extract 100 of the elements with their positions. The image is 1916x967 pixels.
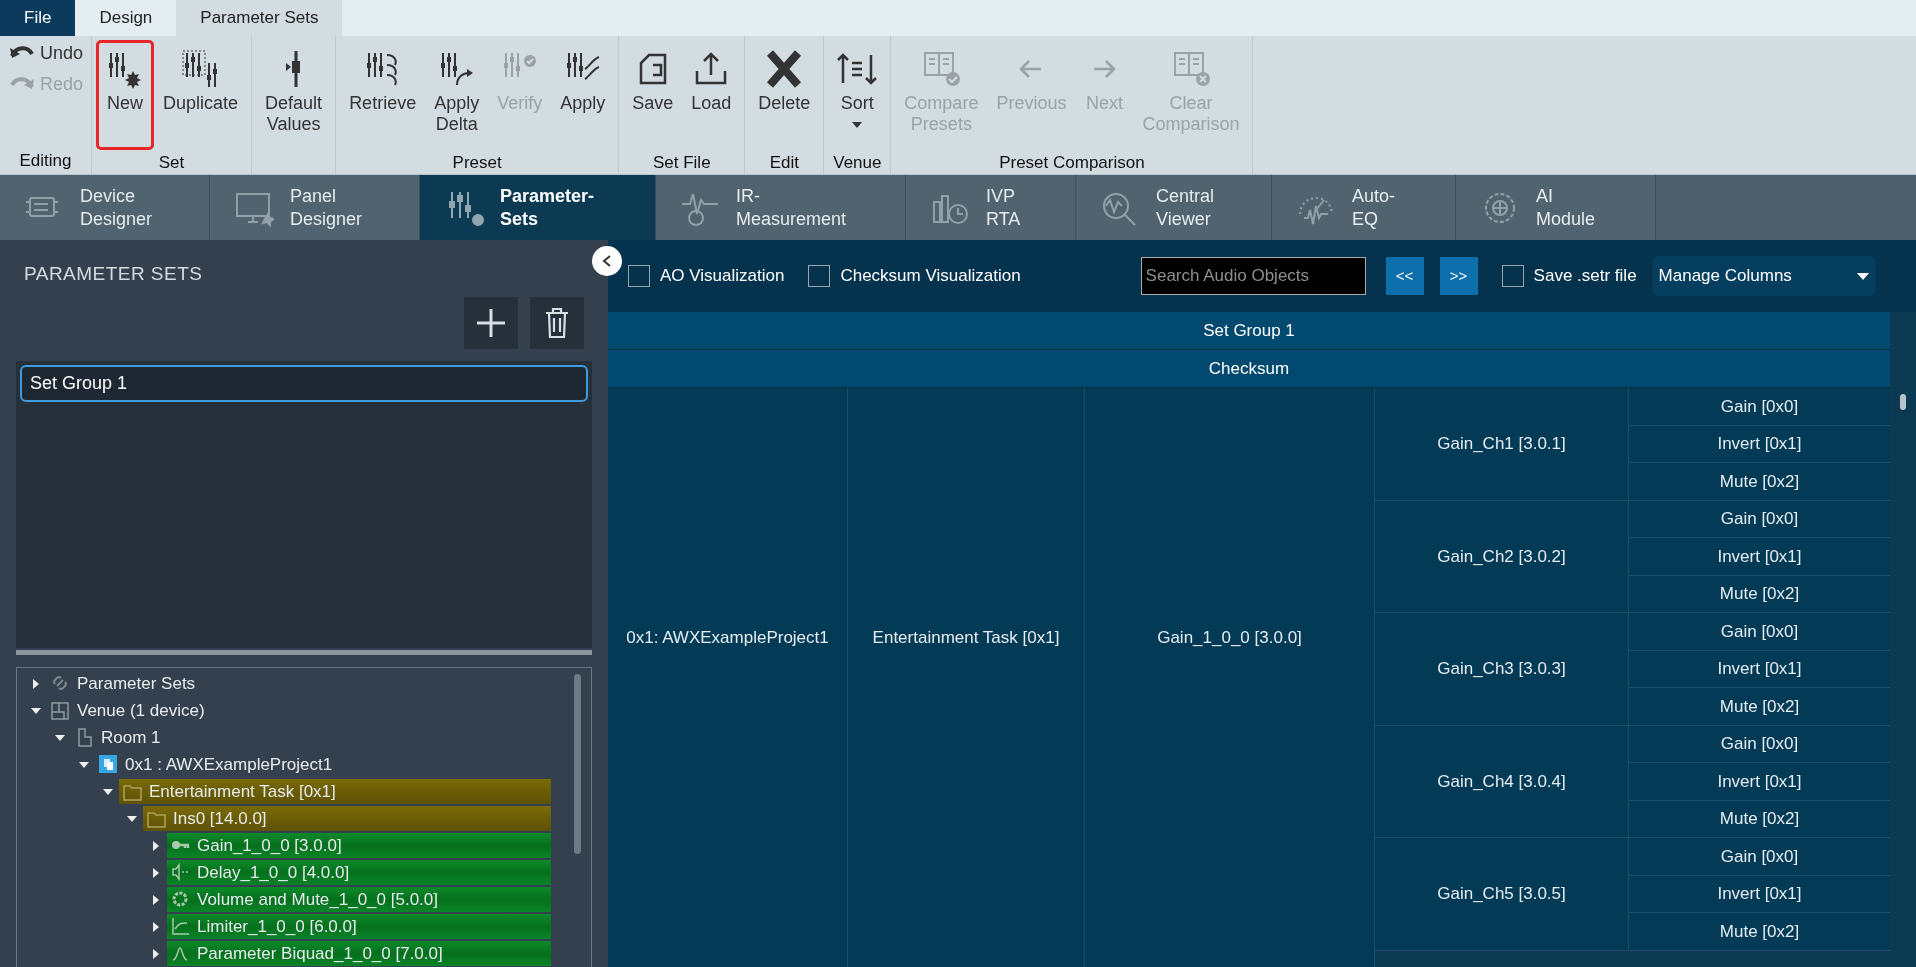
- collapse-button[interactable]: [592, 246, 622, 276]
- delta-button[interactable]: Apply Delta: [425, 40, 489, 150]
- table-cell: Invert [0x1]: [1629, 425, 1890, 463]
- table-cell: Gain_Ch3 [3.0.3]: [1375, 613, 1629, 726]
- tree-item[interactable]: Volume and Mute_1_0_0 [5.0.0]: [167, 887, 551, 912]
- table-header: Checksum: [608, 350, 1890, 388]
- scrollbar-thumb[interactable]: [1900, 394, 1906, 410]
- table-cell: Gain [0x0]: [1629, 500, 1890, 538]
- ribbon-group-label: Set: [157, 152, 186, 174]
- table-cell: Gain_1_0_0 [3.0.0]: [1085, 388, 1375, 967]
- tree-item[interactable]: 0x1 : AWXExampleProject1: [95, 752, 333, 777]
- delete-button[interactable]: [530, 297, 584, 350]
- tree-item[interactable]: Parameter Sets: [47, 671, 196, 696]
- checkbox[interactable]: Checksum Visualization: [808, 263, 1021, 289]
- ribbon-group-label: Editing: [18, 150, 73, 172]
- set-group-item[interactable]: Set Group 1: [20, 365, 588, 403]
- checkbox[interactable]: Save .setr file: [1501, 263, 1637, 289]
- sort-button[interactable]: Sort: [828, 40, 887, 150]
- undo-button[interactable]: Undo: [4, 40, 88, 67]
- module-tab[interactable]: Panel Designer: [210, 175, 420, 240]
- table-cell: Invert [0x1]: [1629, 650, 1890, 688]
- retrieve-button[interactable]: Retrieve: [340, 40, 426, 150]
- table-cell: Gain [0x0]: [1629, 725, 1890, 763]
- table-cell: Mute [0x2]: [1629, 800, 1890, 838]
- caret-down-icon: [55, 732, 65, 743]
- tree-item[interactable]: Ins0 [14.0.0]: [143, 806, 551, 831]
- caret-right-icon: [151, 921, 161, 932]
- table-cell: Gain_Ch4 [3.0.4]: [1375, 725, 1629, 838]
- load-button[interactable]: Load: [682, 40, 741, 150]
- ribbon-tab[interactable]: Design: [75, 0, 177, 36]
- caret-down-icon: [79, 759, 89, 770]
- scrollbar-thumb[interactable]: [574, 674, 581, 854]
- tree-item[interactable]: Room 1: [71, 725, 161, 750]
- ribbon-group-label: Preset: [451, 152, 503, 174]
- delete-button[interactable]: Delete: [749, 40, 820, 150]
- add-button[interactable]: [464, 297, 518, 350]
- module-tab[interactable]: AI Module: [1456, 175, 1656, 240]
- table-cell: Mute [0x2]: [1629, 463, 1890, 501]
- table-cell: Mute [0x2]: [1629, 688, 1890, 726]
- new-button[interactable]: New: [96, 40, 155, 150]
- tree-item[interactable]: Limiter_1_0_0 [6.0.0]: [167, 914, 551, 939]
- ribbon-group-label: Preset Comparison: [998, 152, 1146, 174]
- checkbox[interactable]: AO Visualization: [628, 263, 785, 289]
- ribbon-group-label: Venue: [832, 152, 883, 174]
- plus-icon: [475, 307, 507, 340]
- tree-item[interactable]: Entertainment Task [0x1]: [119, 779, 551, 804]
- module-tab[interactable]: Device Designer: [0, 175, 210, 240]
- tree-item[interactable]: Gain_1_0_0 [3.0.0]: [167, 833, 551, 858]
- save-button[interactable]: Save: [623, 40, 683, 150]
- table-cell: Gain_Ch2 [3.0.2]: [1375, 500, 1629, 613]
- ribbon-group-label: Edit: [768, 152, 800, 174]
- file-menu-button[interactable]: File: [0, 0, 76, 36]
- tree-item[interactable]: Delay_1_0_0 [4.0.0]: [167, 860, 551, 885]
- caret-down-icon: [127, 813, 137, 824]
- default-button[interactable]: Default Values: [256, 40, 332, 150]
- table-cell: Invert [0x1]: [1629, 875, 1890, 913]
- table-cell: Mute [0x2]: [1629, 575, 1890, 613]
- module-tab[interactable]: IVP RTA: [906, 175, 1076, 240]
- tree-item[interactable]: Venue (1 device): [47, 698, 205, 723]
- manage-columns-dropdown[interactable]: Manage Columns: [1652, 256, 1875, 296]
- room-icon: [75, 727, 95, 748]
- floorplan-icon: [51, 700, 71, 721]
- table-cell: 0x1: AWXExampleProject1: [608, 388, 848, 967]
- table-header: Set Group 1: [608, 312, 1890, 350]
- device-icon: [99, 754, 119, 775]
- ribbon-tab[interactable]: Parameter Sets: [176, 0, 343, 36]
- caret-down-icon: [31, 705, 41, 716]
- table-cell: Entertainment Task [0x1]: [848, 388, 1085, 967]
- tree-item[interactable]: Parameter Biquad_1_0_0 [7.0.0]: [167, 941, 551, 966]
- caret-down-icon: [103, 786, 113, 797]
- table-cell: Gain_Ch5 [3.0.5]: [1375, 838, 1629, 951]
- caret-right-icon: [31, 678, 41, 689]
- module-tab[interactable]: Parameter- Sets: [420, 175, 656, 240]
- module-tab[interactable]: IR- Measurement: [656, 175, 906, 240]
- caret-right-icon: [151, 840, 161, 851]
- caret-right-icon: [151, 867, 161, 878]
- panel-title: PARAMETER SETS: [24, 262, 203, 286]
- compare-document-icon: [921, 49, 962, 89]
- redo-icon: [8, 75, 36, 90]
- table-cell: Mute [0x2]: [1629, 913, 1890, 951]
- ribbon-group-label: Set File: [651, 152, 712, 174]
- graph-icon: [171, 916, 191, 937]
- table-cell: Gain_Ch1 [3.0.1]: [1375, 388, 1629, 501]
- duplicate-button[interactable]: Duplicate: [154, 40, 248, 150]
- previous-button[interactable]: <<: [1385, 257, 1424, 295]
- trash-icon: [544, 307, 570, 340]
- table-cell: Invert [0x1]: [1629, 763, 1890, 801]
- table-cell: Invert [0x1]: [1629, 538, 1890, 576]
- table-cell: Gain [0x0]: [1629, 388, 1890, 426]
- caret-right-icon: [151, 894, 161, 905]
- undo-icon: [8, 44, 36, 59]
- module-tab[interactable]: Central Viewer: [1076, 175, 1272, 240]
- speaker-icon: [171, 862, 191, 883]
- search-field[interactable]: Search Audio Objects: [1140, 257, 1366, 295]
- chevron-left-icon: [602, 255, 612, 267]
- caret-icon: [1856, 272, 1869, 280]
- apply-button[interactable]: Apply: [551, 40, 615, 150]
- table-cell: Gain [0x0]: [1629, 838, 1890, 876]
- module-tab[interactable]: Auto- EQ: [1272, 175, 1456, 240]
- next-button[interactable]: >>: [1439, 257, 1478, 295]
